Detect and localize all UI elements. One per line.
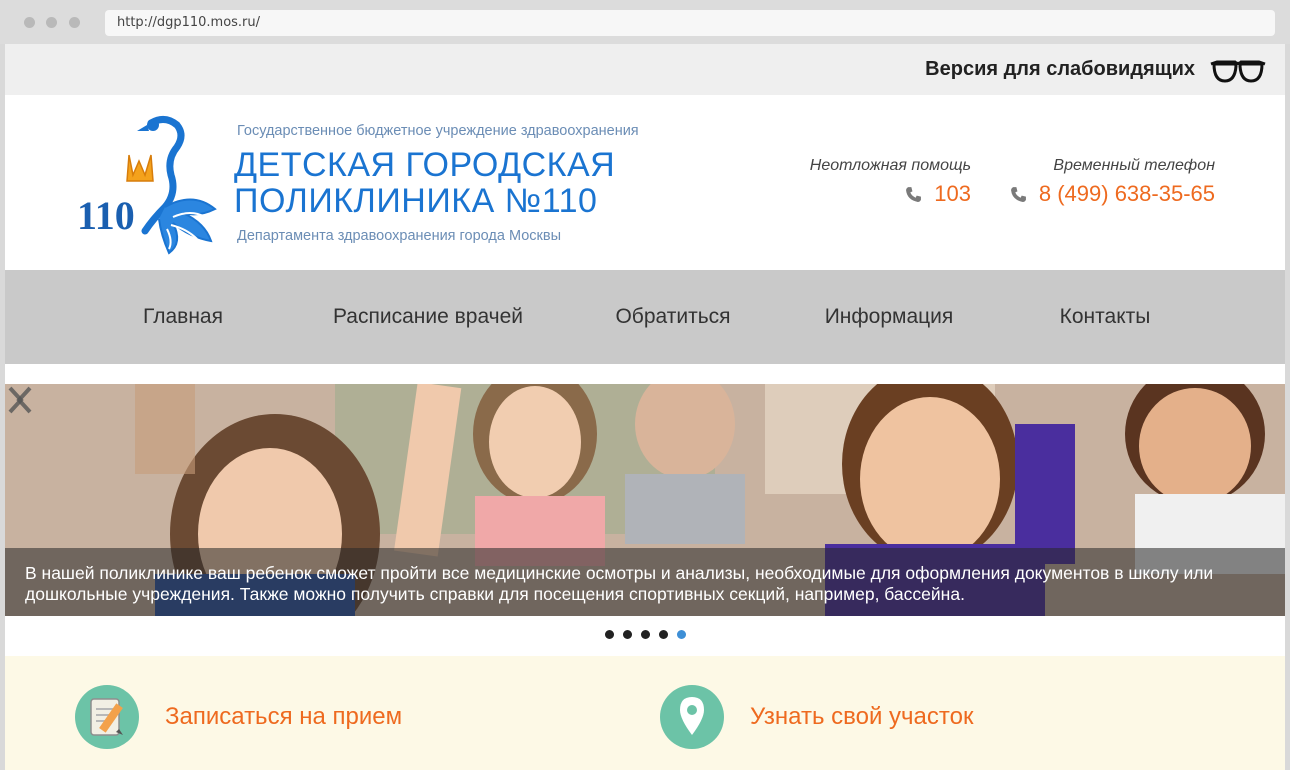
temporary-phone-label: Временный телефон — [1053, 157, 1215, 174]
nav-item-contact-us[interactable]: Обратиться — [615, 305, 730, 329]
notepad-pencil-icon — [75, 685, 139, 749]
org-name-line-1: ДЕТСКАЯ ГОРОДСКАЯ — [234, 146, 616, 184]
book-appointment-label: Записаться на прием — [165, 703, 403, 730]
org-name[interactable]: ДЕТСКАЯ ГОРОДСКАЯ ПОЛИКЛИНИКА №110 — [234, 147, 615, 219]
browser-chrome: http://dgp110.mos.ru/ — [0, 0, 1290, 44]
slider-dot-1[interactable] — [605, 630, 614, 639]
accessibility-bar: Версия для слабовидящих — [5, 44, 1285, 95]
window-maximize-dot[interactable] — [69, 17, 80, 28]
book-appointment-action[interactable]: Записаться на прием — [75, 685, 402, 749]
phone-icon — [1010, 186, 1026, 202]
slider-next-arrow[interactable] — [5, 384, 27, 416]
glasses-icon[interactable] — [1209, 54, 1267, 86]
nav-item-information[interactable]: Информация — [825, 305, 954, 329]
org-department-label: Департамента здравоохранения города Моск… — [237, 228, 561, 244]
logo-number: 110 — [77, 193, 135, 238]
org-type-label: Государственное бюджетное учреждение здр… — [237, 123, 639, 139]
emergency-label: Неотложная помощь — [809, 157, 971, 174]
site-header: 110 Государственное бюджетное учреждение… — [5, 95, 1285, 270]
nav-item-home[interactable]: Главная — [143, 305, 223, 329]
slider-pagination — [605, 630, 686, 639]
find-my-district-action[interactable]: Узнать свой участок — [660, 685, 973, 749]
web-page: Версия для слабовидящих 110 Государствен… — [5, 44, 1285, 770]
slide-caption: В нашей поликлинике ваш ребенок сможет п… — [5, 548, 1285, 616]
temporary-contact: Временный телефон 8 (499) 638-35-65 — [1010, 157, 1215, 207]
low-vision-version-link[interactable]: Версия для слабовидящих — [925, 58, 1195, 81]
emergency-phone[interactable]: 103 — [934, 181, 971, 207]
window-minimize-dot[interactable] — [46, 17, 57, 28]
clinic-logo[interactable]: 110 — [73, 113, 223, 255]
main-nav: Главная Расписание врачей Обратиться Инф… — [5, 270, 1285, 364]
map-pin-icon — [660, 685, 724, 749]
slider-dot-2[interactable] — [623, 630, 632, 639]
slider-dot-5[interactable] — [677, 630, 686, 639]
temporary-phone[interactable]: 8 (499) 638-35-65 — [1039, 181, 1215, 207]
window-close-dot[interactable] — [24, 17, 35, 28]
org-name-line-2: ПОЛИКЛИНИКА №110 — [234, 182, 598, 220]
slider-dot-3[interactable] — [641, 630, 650, 639]
emergency-contact: Неотложная помощь 103 — [810, 157, 971, 207]
phone-icon — [906, 186, 922, 202]
find-my-district-label: Узнать свой участок — [750, 703, 974, 730]
quick-actions: Записаться на прием Узнать свой участок — [5, 656, 1285, 770]
address-bar[interactable]: http://dgp110.mos.ru/ — [105, 10, 1275, 36]
nav-item-doctor-schedule[interactable]: Расписание врачей — [333, 305, 523, 329]
slider-dot-4[interactable] — [659, 630, 668, 639]
nav-item-contacts[interactable]: Контакты — [1060, 305, 1151, 329]
hero-slider[interactable]: В нашей поликлинике ваш ребенок сможет п… — [5, 384, 1285, 616]
